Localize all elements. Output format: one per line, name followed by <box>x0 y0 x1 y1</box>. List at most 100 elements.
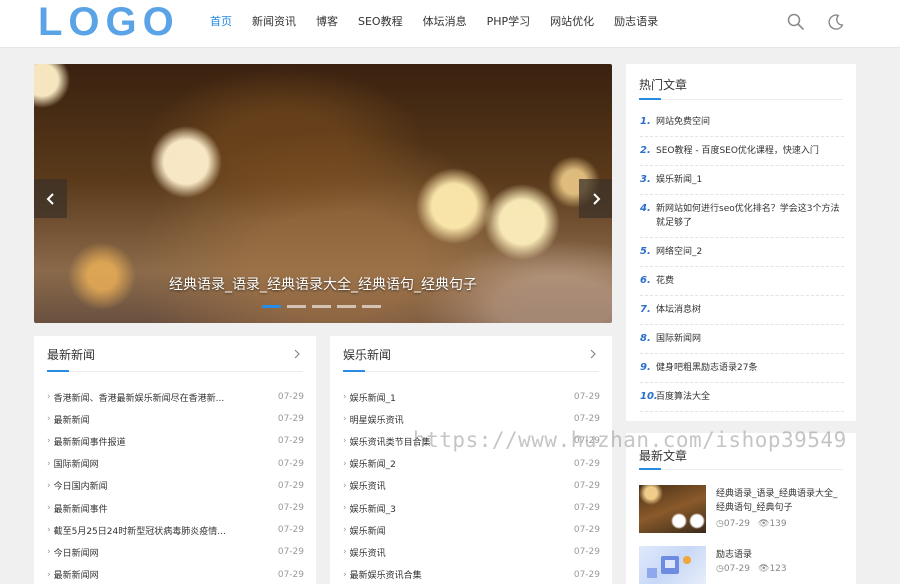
hot-title[interactable]: 体坛消息树 <box>656 303 844 317</box>
news-title[interactable]: 明星娱乐资讯 <box>350 413 566 426</box>
rank-number: 5. <box>640 246 651 257</box>
list-item[interactable]: › 最新新闻 07-29 <box>47 408 304 430</box>
date-stat: ◷07-29 <box>716 519 750 529</box>
list-item[interactable]: › 娱乐新闻_1 07-29 <box>343 386 600 408</box>
list-item[interactable]: › 国际新闻网 07-29 <box>47 453 304 475</box>
article-title[interactable]: 经典语录_语录_经典语录大全_经典语句_经典句子 <box>716 487 846 515</box>
hot-list-item[interactable]: 5. 网络空间_2 <box>640 238 844 267</box>
hot-list-item[interactable]: 9. 健身吧粗黑励志语录27条 <box>640 354 844 383</box>
nav-item-quotes[interactable]: 励志语录 <box>604 0 668 44</box>
news-date: 07-29 <box>277 436 304 447</box>
chevron-right-icon: › <box>47 458 51 469</box>
slider-dot[interactable] <box>337 305 356 308</box>
list-item[interactable]: › 娱乐新闻 07-29 <box>343 519 600 541</box>
date-stat: ◷07-29 <box>716 564 750 574</box>
news-title[interactable]: 香港新闻、香港最新娱乐新闻尽在香港新... <box>54 391 270 404</box>
hot-title[interactable]: 娱乐新闻_1 <box>656 173 844 187</box>
news-title[interactable]: 娱乐资讯 <box>350 546 566 559</box>
list-item[interactable]: › 娱乐新闻_3 07-29 <box>343 497 600 519</box>
views-stat: 👁139 <box>758 519 787 529</box>
nav-item-optimization[interactable]: 网站优化 <box>540 0 604 44</box>
watermark: https://www.huzhan.com/ishop39549 <box>413 428 847 452</box>
nav-item-home[interactable]: 首页 <box>200 0 242 44</box>
hot-list-item[interactable]: 7. 体坛消息树 <box>640 296 844 325</box>
article-item[interactable]: 励志语录 ◷07-29 👁123 <box>639 546 849 584</box>
chevron-right-icon[interactable] <box>292 348 302 360</box>
news-title[interactable]: 娱乐新闻_3 <box>350 502 566 515</box>
rank-number: 7. <box>640 304 651 315</box>
list-item[interactable]: › 娱乐资讯 07-29 <box>343 475 600 497</box>
nav-item-sports[interactable]: 体坛消息 <box>413 0 477 44</box>
hot-list-item[interactable]: 8. 国际新闻网 <box>640 325 844 354</box>
news-title[interactable]: 最新新闻 <box>54 413 270 426</box>
chevron-right-icon: › <box>47 503 51 514</box>
news-title[interactable]: 娱乐新闻 <box>350 524 566 537</box>
search-icon[interactable] <box>786 12 806 32</box>
panel-title: 最新新闻 <box>47 348 96 362</box>
rank-number: 4. <box>640 203 651 214</box>
hero-slider[interactable]: 经典语录_语录_经典语录大全_经典语句_经典句子 <box>34 64 612 323</box>
chevron-right-icon[interactable] <box>588 348 598 360</box>
article-date: 07-29 <box>723 564 751 574</box>
list-item[interactable]: › 娱乐资讯 07-29 <box>343 541 600 563</box>
slide-caption[interactable]: 经典语录_语录_经典语录大全_经典语句_经典句子 <box>34 274 612 294</box>
nav-item-blog[interactable]: 博客 <box>306 0 348 44</box>
list-item[interactable]: › 最新娱乐资讯合集 07-29 <box>343 564 600 584</box>
slider-dot[interactable] <box>287 305 306 308</box>
article-item[interactable]: 经典语录_语录_经典语录大全_经典语句_经典句子 ◷07-29 👁139 <box>639 485 849 533</box>
news-title[interactable]: 最新新闻事件 <box>54 502 270 515</box>
hot-list-item[interactable]: 6. 花费 <box>640 267 844 296</box>
hot-title[interactable]: 花费 <box>656 274 844 288</box>
nav-item-seo[interactable]: SEO教程 <box>348 0 413 44</box>
news-date: 07-29 <box>277 414 304 425</box>
hot-title[interactable]: 网络空间_2 <box>656 245 844 259</box>
news-title[interactable]: 最新娱乐资讯合集 <box>350 568 566 581</box>
site-logo[interactable]: LOGO <box>38 0 180 44</box>
rank-number: 9. <box>640 362 651 373</box>
news-title[interactable]: 娱乐新闻_2 <box>350 457 566 470</box>
list-item[interactable]: › 截至5月25日24时新型冠状病毒肺炎疫情... 07-29 <box>47 519 304 541</box>
hot-title[interactable]: 新网站如何进行seo优化排名？学会这3个方法就足够了 <box>656 202 844 230</box>
list-item[interactable]: › 最新新闻事件报道 07-29 <box>47 430 304 452</box>
hot-list-item[interactable]: 2. SEO教程 - 百度SEO优化课程，快速入门 <box>640 137 844 166</box>
chevron-right-icon: › <box>47 547 51 558</box>
list-item[interactable]: › 最新新闻网 07-29 <box>47 564 304 584</box>
slider-prev-button[interactable] <box>34 179 67 218</box>
news-title[interactable]: 娱乐新闻_1 <box>350 391 566 404</box>
hot-list-item[interactable]: 3. 娱乐新闻_1 <box>640 166 844 195</box>
news-title[interactable]: 今日国内新闻 <box>54 479 270 492</box>
news-title[interactable]: 最新新闻网 <box>54 568 270 581</box>
rank-number: 2. <box>640 145 651 156</box>
nav-item-php[interactable]: PHP学习 <box>477 0 541 44</box>
hot-list-item[interactable]: 10. 百度算法大全 <box>640 383 844 412</box>
list-item[interactable]: › 最新新闻事件 07-29 <box>47 497 304 519</box>
moon-icon[interactable] <box>826 12 846 32</box>
list-item[interactable]: › 今日新闻网 07-29 <box>47 541 304 563</box>
news-title[interactable]: 今日新闻网 <box>54 546 270 559</box>
hot-title[interactable]: SEO教程 - 百度SEO优化课程，快速入门 <box>656 144 844 158</box>
hot-title[interactable]: 健身吧粗黑励志语录27条 <box>656 361 844 375</box>
hot-title[interactable]: 百度算法大全 <box>656 390 844 404</box>
article-thumbnail[interactable] <box>639 546 706 584</box>
nav-item-news[interactable]: 新闻资讯 <box>242 0 306 44</box>
hot-list-item[interactable]: 4. 新网站如何进行seo优化排名？学会这3个方法就足够了 <box>640 195 844 238</box>
hot-title[interactable]: 网站免费空间 <box>656 115 844 129</box>
news-date: 07-29 <box>277 480 304 491</box>
slider-dot[interactable] <box>312 305 331 308</box>
news-title[interactable]: 国际新闻网 <box>54 457 270 470</box>
list-item[interactable]: › 香港新闻、香港最新娱乐新闻尽在香港新... 07-29 <box>47 386 304 408</box>
hot-title[interactable]: 国际新闻网 <box>656 332 844 346</box>
list-item[interactable]: › 娱乐新闻_2 07-29 <box>343 453 600 475</box>
article-title[interactable]: 励志语录 <box>716 548 846 562</box>
news-title[interactable]: 截至5月25日24时新型冠状病毒肺炎疫情... <box>54 524 270 537</box>
slider-dot[interactable] <box>262 305 281 308</box>
hot-list-item[interactable]: 1. 网站免费空间 <box>640 108 844 137</box>
slider-dot[interactable] <box>362 305 381 308</box>
article-thumbnail[interactable] <box>639 485 706 533</box>
slider-next-button[interactable] <box>579 179 612 218</box>
news-title[interactable]: 娱乐资讯 <box>350 479 566 492</box>
news-date: 07-29 <box>277 503 304 514</box>
news-title[interactable]: 最新新闻事件报道 <box>54 435 270 448</box>
list-item[interactable]: › 今日国内新闻 07-29 <box>47 475 304 497</box>
news-date: 07-29 <box>573 480 600 491</box>
